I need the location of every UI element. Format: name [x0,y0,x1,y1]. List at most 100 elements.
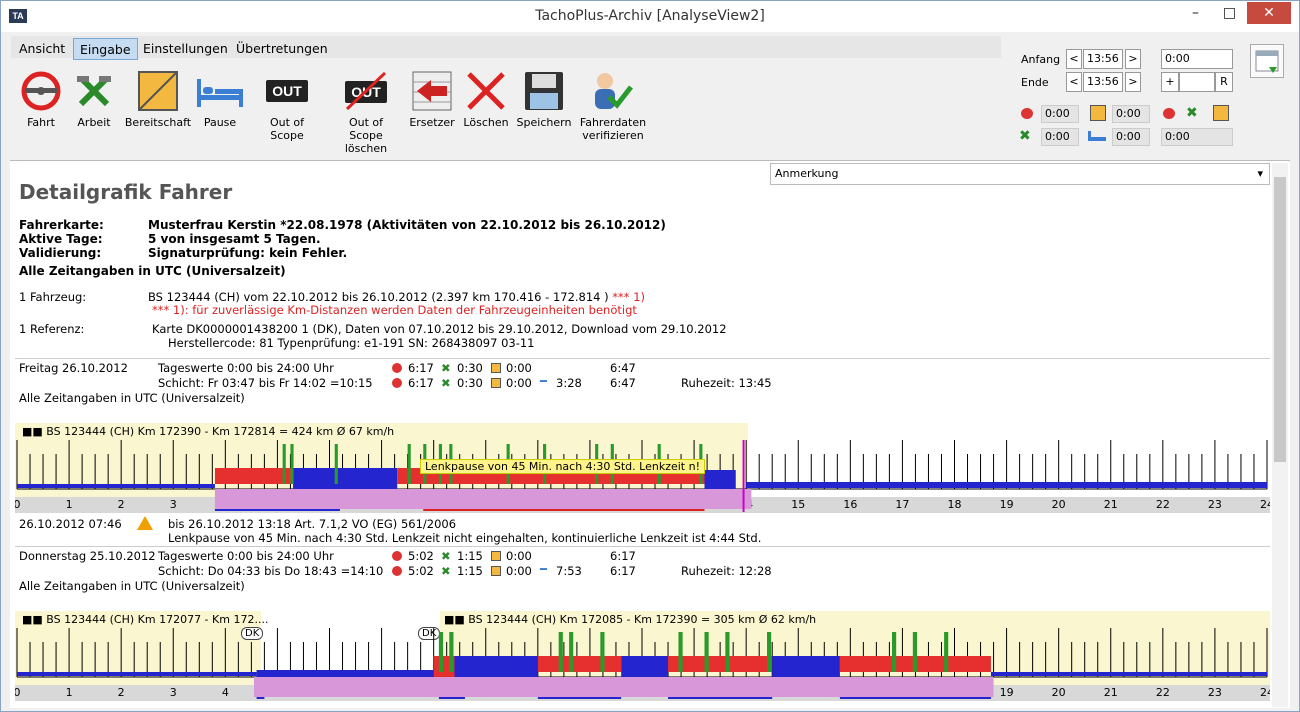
work-segment [944,632,949,672]
work-segment [438,632,444,672]
total-time-input[interactable]: 0:00 [1161,49,1233,69]
pause-marker [839,697,991,699]
ende-next-button[interactable]: > [1125,72,1141,92]
hour-label: 20 [1052,686,1066,699]
work-icon: ✖ [441,564,451,578]
work-small-icon: ✖ [1019,128,1031,144]
drive-icon [392,566,402,576]
ende-time-input[interactable]: 13:56 [1083,72,1123,92]
hour-label: 21 [1104,498,1118,511]
plus-button[interactable]: + [1161,72,1179,92]
speichern-button[interactable]: Speichern [509,66,579,129]
menu-uebertretungen[interactable]: Übertretungen [230,38,334,60]
validierung-value: Signaturprüfung: kein Fehler. [148,246,348,260]
out-of-scope-button[interactable]: OUT Out of Scope [252,66,322,142]
day2-tageswerte: Tageswerte 0:00 bis 24:00 Uhr [158,549,334,563]
avail-icon [491,566,501,576]
rest-segment [621,656,669,677]
bed-icon [185,66,255,116]
day2-utc: Alle Zeitangaben in UTC (Universalzeit) [19,579,245,593]
menu-einstellungen[interactable]: Einstellungen [137,38,234,60]
work-segment [892,632,897,672]
total-value: 0:00 [1161,128,1233,146]
hour-label: 24 [1260,498,1270,511]
day1-sum: 6:47 [610,376,636,390]
day2-vehicle-a-label: ■■ BS 123444 (CH) Km 172077 - Km 172.... [22,613,269,626]
pause-marker [438,697,465,699]
verify-driver-icon [578,66,648,116]
save-icon [509,66,579,116]
day1-drive-2: 6:17 [408,376,434,390]
work-segment [912,632,917,672]
anfang-prev-button[interactable]: < [1066,49,1082,69]
day1-work-2: 0:30 [457,376,483,390]
vertical-scrollbar[interactable] [1272,163,1288,707]
calendar-icon [1255,50,1279,73]
reset-button[interactable]: R [1215,72,1233,92]
drive-segment [537,656,622,672]
hour-label: 0 [15,686,21,699]
out-icon: OUT [252,66,322,116]
menu-ansicht[interactable]: Ansicht [13,38,71,60]
day1-pause: 3:28 [556,376,582,390]
hour-label: 1 [66,686,73,699]
minimize-button[interactable]: – [1179,2,1212,24]
hour-label: 20 [1052,498,1066,511]
fahrerkarte-value: Musterfrau Kerstin *22.08.1978 (Aktivitä… [148,218,666,232]
day2-work-2: 1:15 [457,564,483,578]
hammers-icon [59,66,129,116]
fahrerdaten-verifizieren-button[interactable]: Fahrerdaten verifizieren [578,66,648,142]
utc-note: Alle Zeitangaben in UTC (Universalzeit) [19,264,286,278]
work-icon: ✖ [441,361,451,375]
hour-label: 23 [1208,686,1222,699]
day2-ruhezeit: Ruhezeit: 12:28 [681,564,772,578]
anfang-next-button[interactable]: > [1125,49,1141,69]
pause-button[interactable]: Pause [185,66,255,129]
arbeit-button[interactable]: Arbeit [59,66,129,129]
rest-segment [293,468,398,489]
hour-label: 16 [843,498,857,511]
rest-segment [256,670,434,677]
truck-icon: ■■ [22,613,47,626]
day1-ruhezeit: Ruhezeit: 13:45 [681,376,772,390]
work-segment [290,444,294,484]
ende-prev-button[interactable]: < [1066,72,1082,92]
day1-date: Freitag 26.10.2012 [19,361,128,375]
hour-label: 2 [118,686,125,699]
truck-icon: ■■ [444,613,469,626]
out-of-scope-loeschen-button[interactable]: OUT Out of Scope löschen [331,66,401,155]
fahrzeug-warning: *** 1): für zuverlässige Km-Distanzen we… [152,303,637,317]
day2-drive-2: 5:02 [408,564,434,578]
calendar-refresh-button[interactable] [1250,44,1284,78]
hour-label: 24 [1260,686,1270,699]
page-title: Detailgrafik Fahrer [19,180,233,204]
anfang-time-input[interactable]: 13:56 [1083,49,1123,69]
hour-label: 3 [170,686,177,699]
work-segment [600,632,605,672]
availability-icon [123,66,193,116]
avail-icon [491,551,501,561]
work-segment [558,632,563,672]
scrollbar-thumb[interactable] [1274,177,1286,462]
work-segment [767,632,772,672]
pause-small-icon [1088,131,1106,141]
menu-eingabe[interactable]: Eingabe [73,38,138,60]
work-icon: ✖ [441,549,451,563]
anmerkung-dropdown[interactable]: Anmerkung ▾ [770,163,1270,185]
pause-marker [668,697,773,699]
avail-sum-icon [1213,105,1229,121]
svg-text:OUT: OUT [272,83,302,99]
bereitschaft-button[interactable]: Bereitschaft [123,66,193,129]
hour-label: 17 [895,498,909,511]
hour-label: 4 [222,686,229,699]
plus-input[interactable] [1179,72,1215,92]
maximize-button[interactable]: □ [1213,2,1246,24]
work-segment [704,632,709,672]
rest-segment [17,672,257,676]
shift-band [214,489,752,509]
close-button[interactable]: ✕ [1247,2,1291,24]
day1-timeline: 0123456789101112131415161718192021222324 [15,440,1270,513]
referenz-label: 1 Referenz: [19,322,85,336]
hour-label: 19 [1000,498,1014,511]
work-icon: ✖ [441,376,451,390]
